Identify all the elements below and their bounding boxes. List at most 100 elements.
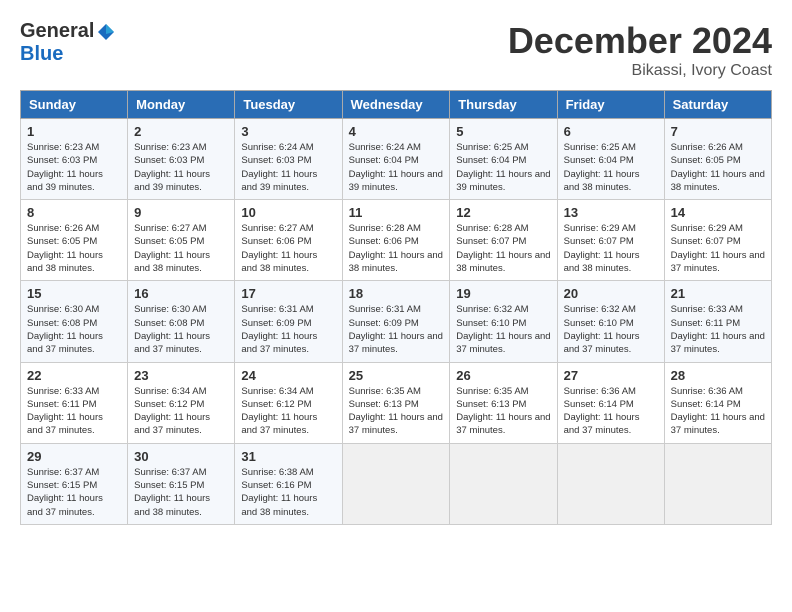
day-number: 27 — [564, 368, 658, 383]
logo-icon — [96, 22, 116, 42]
day-number: 16 — [134, 286, 228, 301]
day-number: 21 — [671, 286, 765, 301]
day-number: 24 — [241, 368, 335, 383]
day-number: 19 — [456, 286, 550, 301]
day-number: 14 — [671, 205, 765, 220]
calendar-weekday-sunday: Sunday — [21, 91, 128, 119]
calendar-cell: 2 Sunrise: 6:23 AM Sunset: 6:03 PM Dayli… — [128, 119, 235, 200]
cell-content: Sunrise: 6:23 AM Sunset: 6:03 PM Dayligh… — [134, 141, 228, 194]
calendar-cell: 14 Sunrise: 6:29 AM Sunset: 6:07 PM Dayl… — [664, 200, 771, 281]
calendar-weekday-friday: Friday — [557, 91, 664, 119]
calendar-weekday-thursday: Thursday — [450, 91, 557, 119]
cell-content: Sunrise: 6:26 AM Sunset: 6:05 PM Dayligh… — [671, 141, 765, 194]
day-number: 1 — [27, 124, 121, 139]
cell-content: Sunrise: 6:34 AM Sunset: 6:12 PM Dayligh… — [241, 385, 335, 438]
calendar-table: SundayMondayTuesdayWednesdayThursdayFrid… — [20, 90, 772, 525]
cell-content: Sunrise: 6:25 AM Sunset: 6:04 PM Dayligh… — [456, 141, 550, 194]
day-number: 12 — [456, 205, 550, 220]
day-number: 26 — [456, 368, 550, 383]
calendar-cell: 17 Sunrise: 6:31 AM Sunset: 6:09 PM Dayl… — [235, 281, 342, 362]
cell-content: Sunrise: 6:31 AM Sunset: 6:09 PM Dayligh… — [241, 303, 335, 356]
calendar-week-row: 15 Sunrise: 6:30 AM Sunset: 6:08 PM Dayl… — [21, 281, 772, 362]
cell-content: Sunrise: 6:25 AM Sunset: 6:04 PM Dayligh… — [564, 141, 658, 194]
logo-blue-text: Blue — [20, 43, 63, 66]
day-number: 30 — [134, 449, 228, 464]
calendar-cell: 10 Sunrise: 6:27 AM Sunset: 6:06 PM Dayl… — [235, 200, 342, 281]
day-number: 7 — [671, 124, 765, 139]
calendar-cell: 22 Sunrise: 6:33 AM Sunset: 6:11 PM Dayl… — [21, 362, 128, 443]
cell-content: Sunrise: 6:37 AM Sunset: 6:15 PM Dayligh… — [134, 466, 228, 519]
calendar-cell: 11 Sunrise: 6:28 AM Sunset: 6:06 PM Dayl… — [342, 200, 450, 281]
calendar-weekday-saturday: Saturday — [664, 91, 771, 119]
logo: General Blue — [20, 20, 116, 66]
cell-content: Sunrise: 6:28 AM Sunset: 6:07 PM Dayligh… — [456, 222, 550, 275]
cell-content: Sunrise: 6:24 AM Sunset: 6:03 PM Dayligh… — [241, 141, 335, 194]
logo-general-text: General — [20, 20, 94, 43]
cell-content: Sunrise: 6:24 AM Sunset: 6:04 PM Dayligh… — [349, 141, 444, 194]
cell-content: Sunrise: 6:30 AM Sunset: 6:08 PM Dayligh… — [27, 303, 121, 356]
calendar-cell: 24 Sunrise: 6:34 AM Sunset: 6:12 PM Dayl… — [235, 362, 342, 443]
calendar-cell — [342, 443, 450, 524]
calendar-cell: 4 Sunrise: 6:24 AM Sunset: 6:04 PM Dayli… — [342, 119, 450, 200]
calendar-cell: 12 Sunrise: 6:28 AM Sunset: 6:07 PM Dayl… — [450, 200, 557, 281]
day-number: 23 — [134, 368, 228, 383]
day-number: 13 — [564, 205, 658, 220]
cell-content: Sunrise: 6:34 AM Sunset: 6:12 PM Dayligh… — [134, 385, 228, 438]
day-number: 3 — [241, 124, 335, 139]
calendar-cell: 26 Sunrise: 6:35 AM Sunset: 6:13 PM Dayl… — [450, 362, 557, 443]
calendar-week-row: 22 Sunrise: 6:33 AM Sunset: 6:11 PM Dayl… — [21, 362, 772, 443]
day-number: 5 — [456, 124, 550, 139]
page-header: General Blue December 2024 Bikassi, Ivor… — [20, 20, 772, 80]
day-number: 11 — [349, 205, 444, 220]
calendar-weekday-monday: Monday — [128, 91, 235, 119]
cell-content: Sunrise: 6:35 AM Sunset: 6:13 PM Dayligh… — [349, 385, 444, 438]
day-number: 18 — [349, 286, 444, 301]
cell-content: Sunrise: 6:27 AM Sunset: 6:05 PM Dayligh… — [134, 222, 228, 275]
calendar-week-row: 8 Sunrise: 6:26 AM Sunset: 6:05 PM Dayli… — [21, 200, 772, 281]
calendar-weekday-wednesday: Wednesday — [342, 91, 450, 119]
day-number: 10 — [241, 205, 335, 220]
day-number: 9 — [134, 205, 228, 220]
cell-content: Sunrise: 6:37 AM Sunset: 6:15 PM Dayligh… — [27, 466, 121, 519]
month-title: December 2024 — [508, 20, 772, 62]
calendar-cell: 8 Sunrise: 6:26 AM Sunset: 6:05 PM Dayli… — [21, 200, 128, 281]
title-section: December 2024 Bikassi, Ivory Coast — [508, 20, 772, 80]
day-number: 28 — [671, 368, 765, 383]
cell-content: Sunrise: 6:38 AM Sunset: 6:16 PM Dayligh… — [241, 466, 335, 519]
calendar-body: 1 Sunrise: 6:23 AM Sunset: 6:03 PM Dayli… — [21, 119, 772, 525]
cell-content: Sunrise: 6:30 AM Sunset: 6:08 PM Dayligh… — [134, 303, 228, 356]
calendar-cell: 27 Sunrise: 6:36 AM Sunset: 6:14 PM Dayl… — [557, 362, 664, 443]
calendar-cell — [664, 443, 771, 524]
calendar-cell: 23 Sunrise: 6:34 AM Sunset: 6:12 PM Dayl… — [128, 362, 235, 443]
day-number: 17 — [241, 286, 335, 301]
cell-content: Sunrise: 6:33 AM Sunset: 6:11 PM Dayligh… — [671, 303, 765, 356]
calendar-week-row: 1 Sunrise: 6:23 AM Sunset: 6:03 PM Dayli… — [21, 119, 772, 200]
calendar-cell: 3 Sunrise: 6:24 AM Sunset: 6:03 PM Dayli… — [235, 119, 342, 200]
calendar-cell: 28 Sunrise: 6:36 AM Sunset: 6:14 PM Dayl… — [664, 362, 771, 443]
day-number: 29 — [27, 449, 121, 464]
calendar-cell — [450, 443, 557, 524]
calendar-cell: 15 Sunrise: 6:30 AM Sunset: 6:08 PM Dayl… — [21, 281, 128, 362]
calendar-header-row: SundayMondayTuesdayWednesdayThursdayFrid… — [21, 91, 772, 119]
calendar-cell: 19 Sunrise: 6:32 AM Sunset: 6:10 PM Dayl… — [450, 281, 557, 362]
day-number: 20 — [564, 286, 658, 301]
calendar-cell: 6 Sunrise: 6:25 AM Sunset: 6:04 PM Dayli… — [557, 119, 664, 200]
calendar-week-row: 29 Sunrise: 6:37 AM Sunset: 6:15 PM Dayl… — [21, 443, 772, 524]
day-number: 31 — [241, 449, 335, 464]
calendar-cell: 21 Sunrise: 6:33 AM Sunset: 6:11 PM Dayl… — [664, 281, 771, 362]
day-number: 15 — [27, 286, 121, 301]
calendar-cell: 18 Sunrise: 6:31 AM Sunset: 6:09 PM Dayl… — [342, 281, 450, 362]
calendar-cell: 30 Sunrise: 6:37 AM Sunset: 6:15 PM Dayl… — [128, 443, 235, 524]
calendar-cell: 31 Sunrise: 6:38 AM Sunset: 6:16 PM Dayl… — [235, 443, 342, 524]
day-number: 2 — [134, 124, 228, 139]
calendar-cell: 16 Sunrise: 6:30 AM Sunset: 6:08 PM Dayl… — [128, 281, 235, 362]
cell-content: Sunrise: 6:32 AM Sunset: 6:10 PM Dayligh… — [456, 303, 550, 356]
calendar-cell: 5 Sunrise: 6:25 AM Sunset: 6:04 PM Dayli… — [450, 119, 557, 200]
calendar-cell: 13 Sunrise: 6:29 AM Sunset: 6:07 PM Dayl… — [557, 200, 664, 281]
calendar-weekday-tuesday: Tuesday — [235, 91, 342, 119]
cell-content: Sunrise: 6:26 AM Sunset: 6:05 PM Dayligh… — [27, 222, 121, 275]
day-number: 22 — [27, 368, 121, 383]
calendar-cell: 20 Sunrise: 6:32 AM Sunset: 6:10 PM Dayl… — [557, 281, 664, 362]
day-number: 4 — [349, 124, 444, 139]
cell-content: Sunrise: 6:32 AM Sunset: 6:10 PM Dayligh… — [564, 303, 658, 356]
